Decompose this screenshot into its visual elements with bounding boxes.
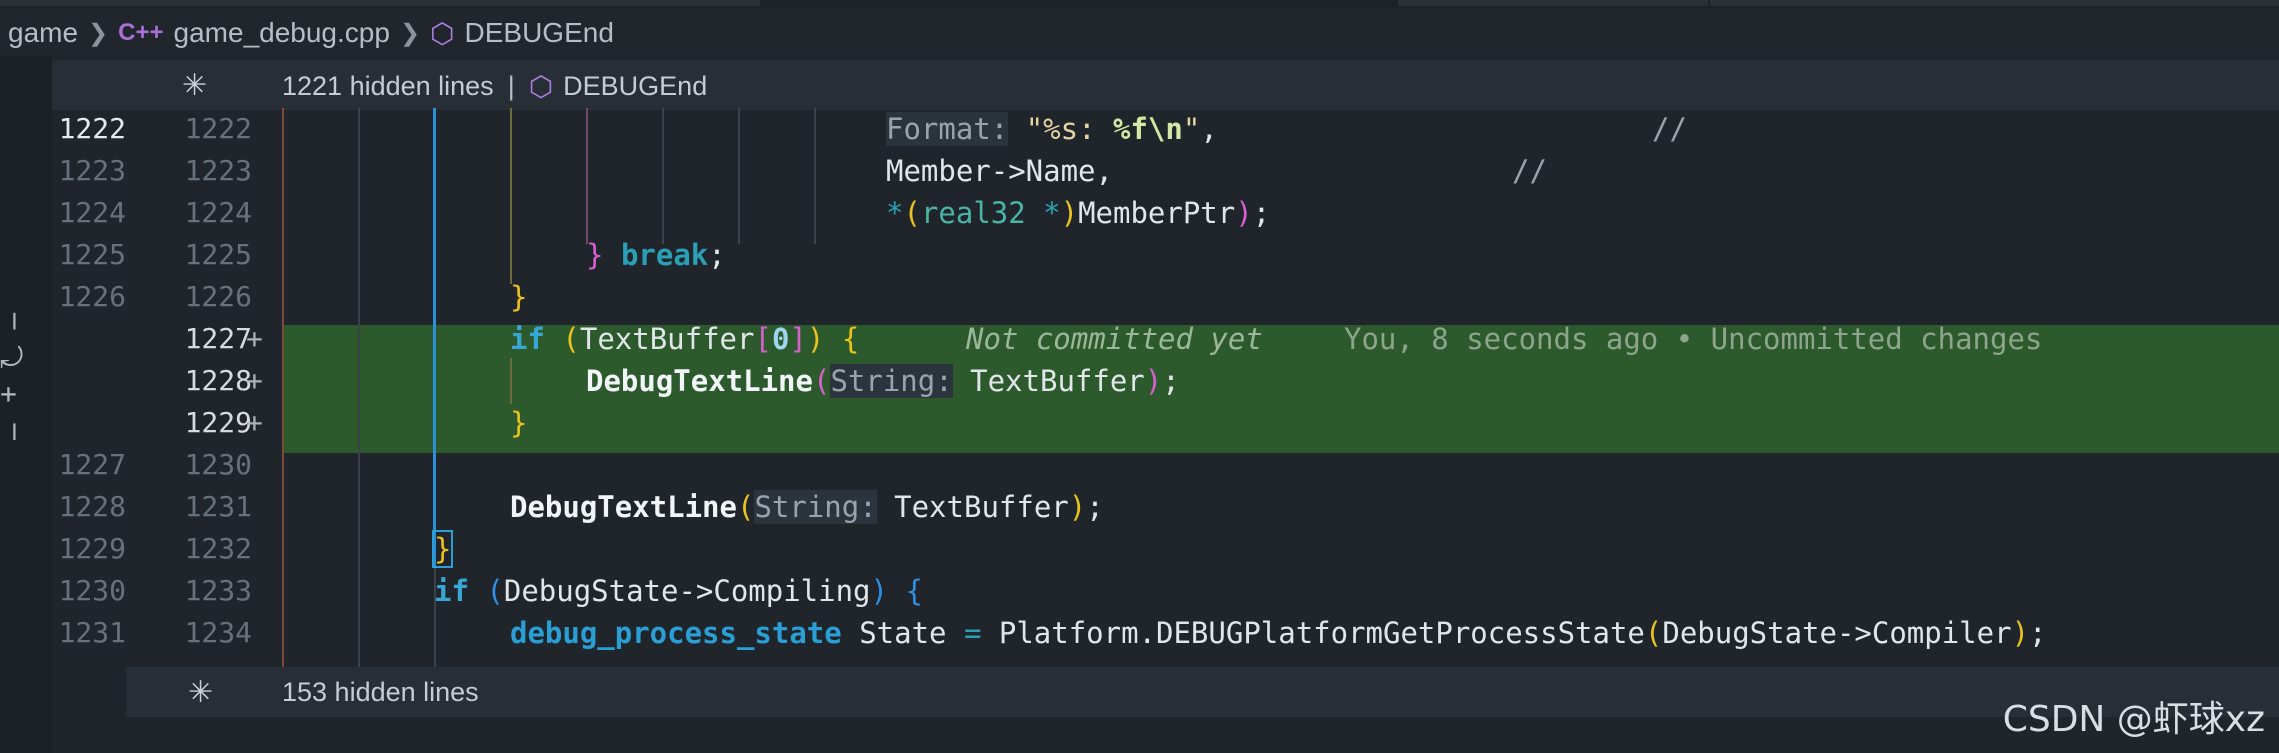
indent-guide bbox=[282, 108, 284, 667]
chevron-right-icon: ❯ bbox=[399, 19, 421, 47]
line-number-row[interactable]: 1222 1222 bbox=[52, 108, 282, 150]
breadcrumb-file[interactable]: C++ game_debug.cpp bbox=[118, 17, 390, 49]
fold-region-bottom[interactable]: ✳ 153 hidden lines bbox=[126, 667, 2279, 717]
code-line[interactable]: DebugTextLine(String: TextBuffer); bbox=[510, 486, 1104, 528]
indent-guide bbox=[738, 108, 740, 244]
line-number-row[interactable]: 1225 1225 bbox=[52, 234, 282, 276]
code-line[interactable]: } break; bbox=[586, 234, 726, 276]
indent-guide bbox=[814, 108, 816, 244]
git-blame-detail: You, 8 seconds ago • Uncommitted changes bbox=[1344, 322, 2043, 356]
dash-icon: ╷ bbox=[6, 407, 23, 440]
code-line[interactable]: } bbox=[510, 276, 527, 318]
indent-guide bbox=[662, 108, 664, 244]
breadcrumb-symbol-label: DEBUGEnd bbox=[464, 17, 614, 48]
line-number-row[interactable]: 1229 1232 bbox=[52, 528, 282, 570]
indent-guide bbox=[510, 108, 512, 284]
fold-region-top[interactable]: ✳ 1221 hidden lines | ⬡ DEBUGEnd bbox=[52, 60, 2279, 110]
code-line[interactable]: DebugTextLine(String: TextBuffer); bbox=[586, 360, 1180, 402]
line-number-row[interactable]: 1230 1233 bbox=[52, 570, 282, 612]
add-icon[interactable]: + bbox=[0, 380, 17, 408]
tab-strip bbox=[0, 0, 2279, 8]
breadcrumb-folder[interactable]: game bbox=[8, 17, 78, 49]
cube-icon: ⬡ bbox=[528, 71, 554, 102]
tab-segment[interactable] bbox=[1398, 0, 1708, 6]
line-number-row[interactable]: 1227 1230 bbox=[52, 444, 282, 486]
code-line[interactable]: } bbox=[510, 402, 527, 444]
indent-guide bbox=[510, 358, 512, 404]
line-number-row[interactable]: 1229 + bbox=[52, 402, 282, 444]
code-line[interactable]: *(real32 *)MemberPtr); bbox=[886, 192, 1270, 234]
fold-symbol-label: DEBUGEnd bbox=[563, 71, 708, 101]
hidden-lines-label: 153 hidden lines bbox=[282, 677, 479, 707]
line-number-row[interactable]: 1224 1224 bbox=[52, 192, 282, 234]
breadcrumb-symbol[interactable]: ⬡ DEBUGEnd bbox=[430, 17, 614, 50]
indent-guide bbox=[586, 108, 588, 244]
dash-icon: ╵ bbox=[6, 313, 23, 346]
git-blame-annotation: Not committed yet bbox=[966, 322, 1263, 356]
line-number-row[interactable]: 1223 1223 bbox=[52, 150, 282, 192]
line-number-row[interactable]: 1228 1231 bbox=[52, 486, 282, 528]
cpp-file-icon: C++ bbox=[118, 19, 164, 46]
breadcrumb: game ❯ C++ game_debug.cpp ❯ ⬡ DEBUGEnd bbox=[0, 10, 2279, 56]
code-editor[interactable]: Format: "%s: %f\n",// Member->Name,// *(… bbox=[282, 108, 2279, 667]
tab-segment[interactable] bbox=[0, 0, 760, 6]
line-number-row[interactable]: 1226 1226 bbox=[52, 276, 282, 318]
tab-segment[interactable] bbox=[1710, 0, 2279, 6]
hidden-lines-label: 1221 hidden lines bbox=[282, 71, 494, 101]
revert-icon[interactable]: ⤾ bbox=[0, 344, 23, 372]
line-number-row[interactable]: 1231 1234 bbox=[52, 612, 282, 654]
active-indent-guide bbox=[433, 108, 436, 568]
separator: | bbox=[507, 71, 515, 101]
unfold-icon[interactable]: ✳ bbox=[182, 68, 207, 103]
code-line[interactable]: debug_process_state State = Platform.DEB… bbox=[510, 612, 2047, 654]
watermark: CSDN @虾球xz bbox=[2002, 699, 2265, 740]
chevron-right-icon: ❯ bbox=[88, 19, 109, 47]
breadcrumb-file-label: game_debug.cpp bbox=[173, 17, 390, 48]
code-line[interactable]: } bbox=[431, 528, 454, 570]
code-line[interactable]: Member->Name,// bbox=[886, 150, 1547, 192]
code-line[interactable]: if (DebugState->Compiling) { bbox=[434, 570, 923, 612]
indent-guide bbox=[358, 108, 360, 667]
line-number-row[interactable]: 1227 + bbox=[52, 318, 282, 360]
unfold-icon[interactable]: ✳ bbox=[188, 675, 213, 710]
code-line[interactable]: Format: "%s: %f\n",// bbox=[886, 108, 1687, 150]
cube-icon: ⬡ bbox=[430, 17, 455, 49]
line-number-row[interactable]: 1228 + bbox=[52, 360, 282, 402]
code-line[interactable]: if (TextBuffer[0]) {Not committed yet You… bbox=[510, 318, 2042, 360]
bracket-match: } bbox=[431, 530, 454, 568]
